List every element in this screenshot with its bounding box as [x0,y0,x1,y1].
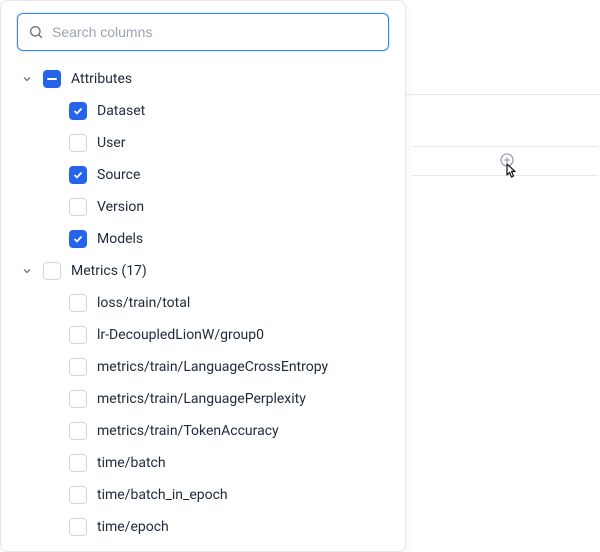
checkbox-empty[interactable] [69,198,87,216]
checkbox-empty[interactable] [69,518,87,536]
group-label: Metrics (17) [71,263,147,279]
checkbox-checked[interactable] [69,102,87,120]
search-icon [28,24,44,40]
checkbox-empty[interactable] [69,390,87,408]
checkbox-empty[interactable] [69,486,87,504]
checkbox-empty[interactable] [69,358,87,376]
group-attributes[interactable]: Attributes [1,63,405,95]
item-label: Version [97,199,144,215]
item-label: time/epoch [97,519,169,535]
plus-circle-icon [499,152,515,168]
checkbox-empty[interactable] [69,134,87,152]
item-label: metrics/train/LanguageCrossEntropy [97,359,328,375]
checkbox-checked[interactable] [69,166,87,184]
item-label: Models [97,231,143,247]
search-field[interactable] [17,13,389,51]
checkbox-empty[interactable] [43,262,61,280]
item-label: lr-DecoupledLionW/group0 [97,327,264,343]
item-label: time/batch_in_epoch [97,487,228,503]
item-version[interactable]: Version [1,191,405,223]
chevron-down-icon [17,265,37,277]
item-label: Dataset [97,103,145,119]
item-metric[interactable]: metrics/train/TokenAccuracy [1,415,405,447]
item-metric[interactable]: lr-DecoupledLionW/group0 [1,319,405,351]
group-metrics[interactable]: Metrics (17) [1,255,405,287]
checkbox-empty[interactable] [69,294,87,312]
item-label: loss/train/total [97,295,190,311]
checkbox-empty[interactable] [69,422,87,440]
item-source[interactable]: Source [1,159,405,191]
item-metric[interactable]: time/batch_in_epoch [1,479,405,511]
checkbox-empty[interactable] [69,326,87,344]
chevron-down-icon [17,73,37,85]
checkbox-checked[interactable] [69,230,87,248]
checkbox-indeterminate[interactable] [43,70,61,88]
column-tree: Attributes Dataset User Source Version [1,59,405,543]
item-user[interactable]: User [1,127,405,159]
search-input[interactable] [52,24,378,40]
item-label: metrics/train/LanguagePerplexity [97,391,306,407]
group-label: Attributes [71,71,132,87]
item-metric[interactable]: time/batch [1,447,405,479]
item-metric[interactable]: metrics/train/LanguageCrossEntropy [1,351,405,383]
item-metric[interactable]: metrics/train/LanguagePerplexity [1,383,405,415]
checkbox-empty[interactable] [69,454,87,472]
item-label: time/batch [97,455,166,471]
item-dataset[interactable]: Dataset [1,95,405,127]
item-label: metrics/train/TokenAccuracy [97,423,279,439]
item-metric[interactable]: loss/train/total [1,287,405,319]
column-picker-panel: Attributes Dataset User Source Version [0,0,406,552]
item-metric[interactable]: time/epoch [1,511,405,543]
item-models[interactable]: Models [1,223,405,255]
add-column-button[interactable] [499,152,515,168]
item-label: Source [97,167,140,183]
item-label: User [97,135,125,151]
